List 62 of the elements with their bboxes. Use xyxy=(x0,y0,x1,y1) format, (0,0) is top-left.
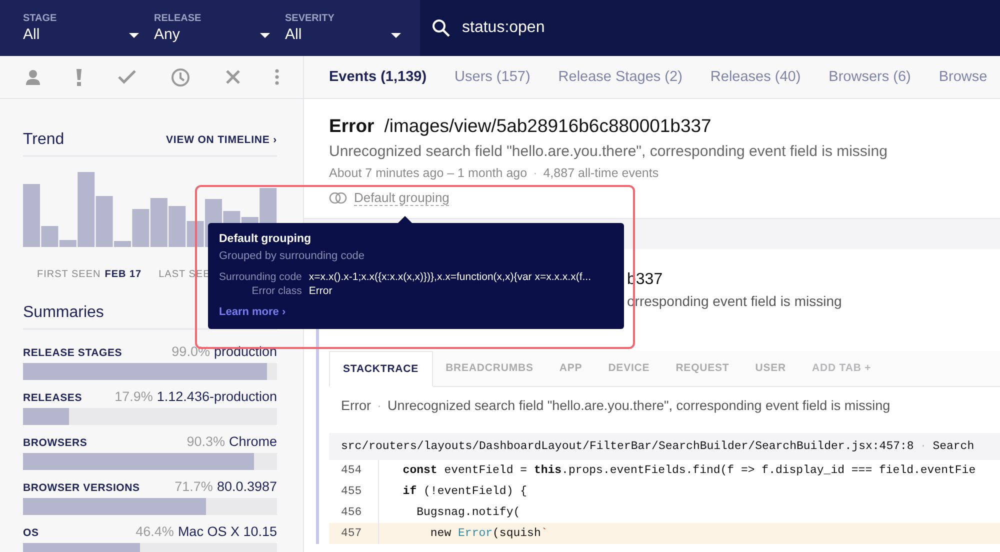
tab[interactable]: Events (1,139) xyxy=(329,69,427,85)
error-message: Unrecognized search field "hello.are.you.there", corresponding event field is missing xyxy=(388,398,890,413)
section-title: Summaries xyxy=(23,304,104,322)
learn-more-link[interactable]: Learn more › xyxy=(219,306,286,318)
summary-percent: 90.3% xyxy=(186,434,225,449)
event-tab[interactable]: APP xyxy=(546,351,596,386)
field-value: Error xyxy=(308,285,334,297)
line-number: 455 xyxy=(329,481,379,502)
section-title: Trend xyxy=(23,131,64,149)
line-number: 457 xyxy=(329,523,379,544)
tab[interactable]: Browsers (6) xyxy=(828,69,911,85)
first-seen-date: FEB 17 xyxy=(104,269,142,280)
field-label: Error class xyxy=(250,285,302,297)
code-line: Bugsnag.notify( xyxy=(416,506,520,519)
error-class: Error xyxy=(329,115,374,137)
error-class: Error xyxy=(341,398,371,413)
tooltip-title: Default grouping xyxy=(219,233,312,245)
summary-percent: 71.7% xyxy=(174,479,213,494)
event-tab[interactable]: USER xyxy=(742,351,800,386)
summary-label: BROWSERS xyxy=(23,437,88,449)
code-line: if (!eventField) { xyxy=(402,485,528,498)
field-value: x=x.x().x-1;x.x({x:x.x(x,x)})},x.x=function(x,x){var x=x.x.x.x(f... xyxy=(308,271,592,283)
separator: · xyxy=(377,398,382,413)
time-range: About 7 minutes ago – 1 month ago xyxy=(329,166,528,180)
event-count: 4,887 all-time events xyxy=(543,166,659,180)
summary-value: Chrome xyxy=(228,434,277,449)
separator: · xyxy=(533,166,538,180)
separator: · xyxy=(920,440,927,453)
summary-percent: 46.4% xyxy=(136,524,174,539)
grouping-link[interactable]: Default grouping xyxy=(354,190,450,206)
summary-label: RELEASE STAGES xyxy=(23,347,124,359)
event-tab[interactable]: REQUEST xyxy=(662,351,742,386)
method-name: Search xyxy=(932,440,974,453)
stack-frame-header[interactable]: src/routers/layouts/DashboardLayout/FilterBar/SearchBuilder/SearchBuilder.jsx:457:8 · Search xyxy=(329,433,1000,460)
summary-label: BROWSER VERSIONS xyxy=(23,482,141,494)
tooltip-subtitle: Grouped by surrounding code xyxy=(219,250,366,262)
field-label: Surrounding code xyxy=(219,271,302,283)
filter-dropdown[interactable]: STAGE All xyxy=(23,0,139,56)
summary-label: OS xyxy=(23,527,40,539)
file-path: src/routers/layouts/DashboardLayout/FilterBar/SearchBuilder/SearchBuilder.jsx:457:8 xyxy=(341,440,914,453)
error-message: Unrecognized search field "hello.are.you.there", corresponding event field is missing xyxy=(329,143,888,160)
summary-value: 80.0.3987 xyxy=(216,479,277,494)
timeline-link[interactable]: VIEW ON TIMELINE › xyxy=(166,134,277,146)
code-line: const eventField = this.props.eventFields.find(f => f.display_id === field.eventFie xyxy=(402,464,976,477)
event-tab[interactable]: STACKTRACE xyxy=(329,351,433,387)
tab[interactable]: Users (157) xyxy=(454,69,530,85)
search-field[interactable]: status:open xyxy=(420,0,1000,56)
filter-dropdown[interactable]: SEVERITY All xyxy=(285,0,401,56)
event-tab[interactable]: DEVICE xyxy=(595,351,663,386)
event-tab[interactable]: BREADCRUMBS xyxy=(432,351,546,386)
error-context: /images/view/5ab28916b6c880001b337 xyxy=(384,115,712,137)
line-number: 454 xyxy=(329,460,379,481)
first-seen-label: FIRST SEEN xyxy=(37,269,101,280)
summary-value: 1.12.436-production xyxy=(156,389,277,404)
tab[interactable]: Browse xyxy=(938,69,988,85)
code-line: new Error(squish` xyxy=(429,527,548,540)
summary-percent: 17.9% xyxy=(114,389,153,404)
tab[interactable]: Release Stages (2) xyxy=(558,69,682,85)
tab[interactable]: Releases (40) xyxy=(710,69,801,85)
filter-dropdown[interactable]: RELEASE Any xyxy=(154,0,270,56)
summary-value: Mac OS X 10.15 xyxy=(178,524,277,539)
summary-label: RELEASES xyxy=(23,392,83,404)
